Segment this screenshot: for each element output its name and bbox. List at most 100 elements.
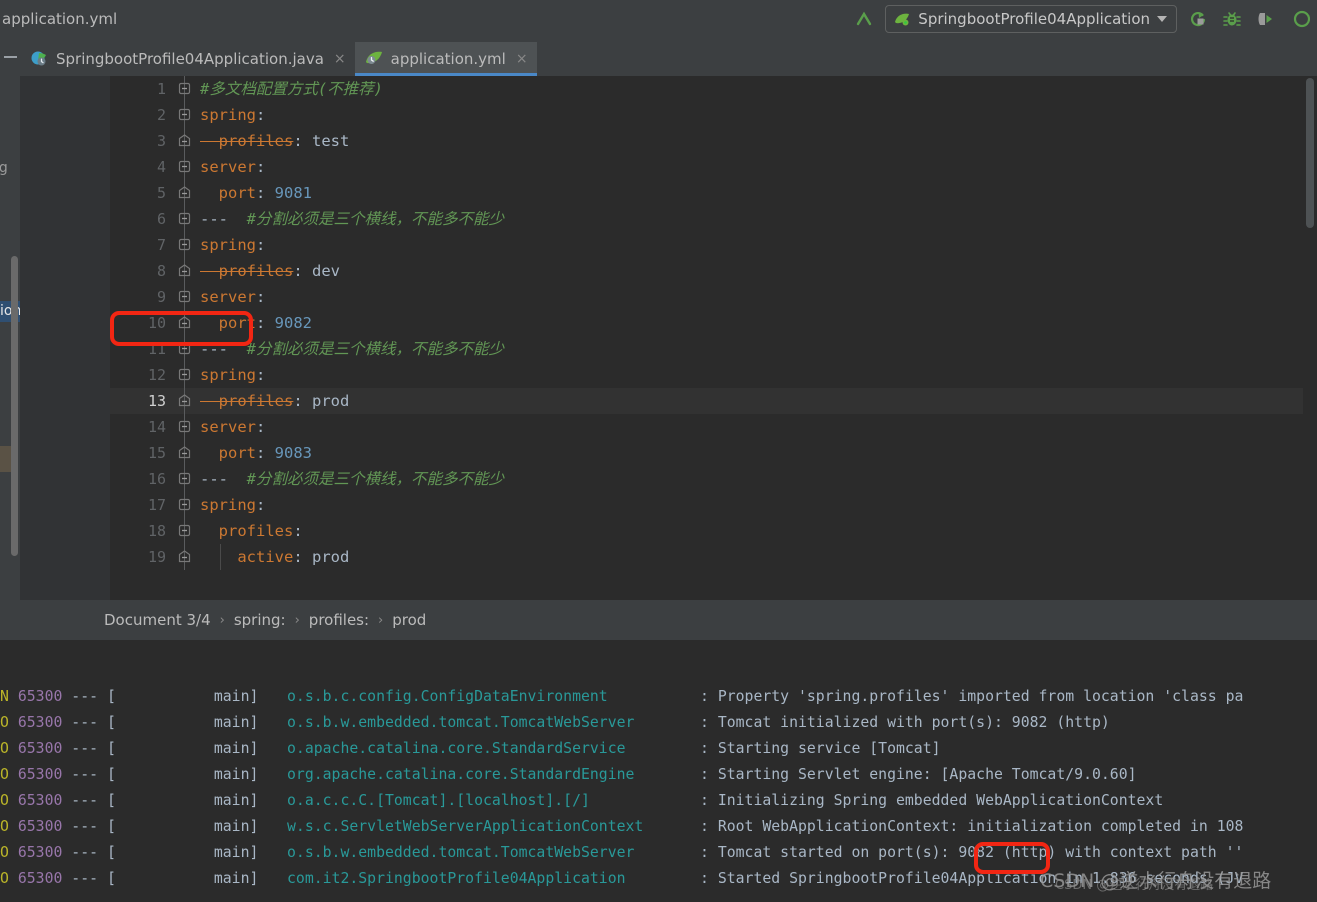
breadcrumb[interactable]: Document 3/4 › spring: › profiles: › prod — [20, 600, 1317, 640]
code-line[interactable]: 18 profiles: — [110, 518, 1317, 544]
code-line[interactable]: 4 server: — [110, 154, 1317, 180]
rerun-icon[interactable] — [1185, 6, 1211, 32]
code-text: spring: — [200, 492, 265, 518]
project-scrollbar[interactable] — [11, 256, 18, 556]
console-line[interactable]: N 65300 --- [ main] o.s.b.c.config.Config… — [0, 688, 1317, 710]
close-icon[interactable]: × — [334, 52, 346, 66]
code-line[interactable]: 19 active: prod — [110, 544, 1317, 570]
run-with-coverage-icon[interactable] — [1253, 6, 1279, 32]
editor-scrollbar-thumb[interactable] — [1306, 78, 1314, 228]
token-colon: : — [256, 158, 266, 176]
code-line[interactable]: 8 profiles: dev — [110, 258, 1317, 284]
fold-collapse-icon[interactable] — [178, 102, 192, 128]
line-number: 9 — [156, 288, 166, 306]
run-console[interactable]: N 65300 --- [ main] o.s.b.c.config.Config… — [0, 688, 1317, 902]
code-line[interactable]: 13 profiles: prod — [110, 388, 1317, 414]
fold-region-end-icon[interactable] — [178, 258, 192, 284]
thread-name: [ main] — [106, 818, 259, 835]
breadcrumb-item[interactable]: profiles: — [309, 611, 369, 629]
breadcrumb-item[interactable]: Document 3/4 — [104, 611, 211, 629]
line-number: 2 — [156, 106, 166, 124]
line-number: 4 — [156, 158, 166, 176]
line-number: 7 — [156, 236, 166, 254]
console-line[interactable]: O 65300 --- [ main] w.s.c.ServletWebServe… — [0, 814, 1317, 840]
line-number: 12 — [147, 366, 166, 384]
console-line[interactable]: O 65300 --- [ main] o.s.b.w.embedded.tomc… — [0, 840, 1317, 866]
log-level-fragment: O — [0, 792, 9, 809]
code-line[interactable]: 15 port: 9083 — [110, 440, 1317, 466]
console-line[interactable]: O 65300 --- [ main] o.a.c.c.C.[Tomcat].[l… — [0, 788, 1317, 814]
code-line[interactable]: 6 --- #分割必须是三个横线，不能多不能少 — [110, 206, 1317, 232]
fold-collapse-icon[interactable] — [178, 518, 192, 544]
collapse-sidebar-button[interactable] — [0, 38, 20, 76]
fold-region-end-icon[interactable] — [178, 180, 192, 206]
code-line[interactable]: 14 server: — [110, 414, 1317, 440]
code-line[interactable]: 12 spring: — [110, 362, 1317, 388]
code-line[interactable]: 1 #多文档配置方式(不推荐) — [110, 76, 1317, 102]
console-line[interactable]: O 65300 --- [ main] o.s.b.w.embedded.tomc… — [0, 710, 1317, 736]
token-colon: : — [293, 392, 303, 410]
close-icon[interactable]: × — [516, 52, 528, 66]
fold-region-end-icon[interactable] — [178, 388, 192, 414]
tab-application-yml[interactable]: application.yml × — [354, 42, 537, 76]
fold-collapse-icon[interactable] — [178, 466, 192, 492]
tab-label: application.yml — [390, 50, 506, 68]
run-configuration-selector[interactable]: SpringbootProfile04Application — [885, 5, 1177, 33]
token-colon: : — [256, 366, 266, 384]
editor-scrollbar[interactable] — [1303, 76, 1317, 600]
code-lines-container[interactable]: 1 #多文档配置方式(不推荐) 2 spring: 3 profiles: test 4 s… — [110, 76, 1317, 600]
fold-region-end-icon[interactable] — [178, 544, 192, 570]
token-key: spring — [200, 106, 256, 124]
line-number: 16 — [147, 470, 166, 488]
process-id: 65300 — [17, 714, 63, 731]
fold-collapse-icon[interactable] — [178, 414, 192, 440]
code-line[interactable]: 2 spring: — [110, 102, 1317, 128]
console-spacer — [0, 640, 1317, 688]
code-line[interactable]: 17 spring: — [110, 492, 1317, 518]
chevron-down-icon[interactable] — [1157, 16, 1167, 22]
log-separator: --- — [62, 818, 107, 835]
fold-collapse-icon[interactable] — [178, 76, 192, 102]
logger-name: o.apache.catalina.core.StandardService — [287, 740, 626, 757]
fold-collapse-icon[interactable] — [178, 154, 192, 180]
code-line[interactable]: 10 port: 9082 — [110, 310, 1317, 336]
fold-collapse-icon[interactable] — [178, 362, 192, 388]
code-line[interactable]: 3 profiles: test — [110, 128, 1317, 154]
token-colon: : — [293, 548, 303, 566]
fold-collapse-icon[interactable] — [178, 206, 192, 232]
token-num: 9083 — [265, 444, 313, 462]
console-line-prefix: O 65300 --- [ main] — [0, 814, 258, 840]
fold-collapse-icon[interactable] — [178, 492, 192, 518]
code-line[interactable]: 5 port: 9081 — [110, 180, 1317, 206]
line-number: 19 — [147, 548, 166, 566]
log-message: : Tomcat initialized with port(s): 9082 … — [700, 714, 1110, 731]
console-line[interactable]: O 65300 --- [ main] com.it2.SpringbootPro… — [0, 866, 1317, 892]
project-tool-window-strip[interactable]: ng ion — [0, 76, 20, 640]
project-tree-fragment[interactable]: ng — [0, 160, 8, 176]
code-line[interactable]: 16 --- #分割必须是三个横线，不能多不能少 — [110, 466, 1317, 492]
spring-leaf-icon — [895, 13, 910, 26]
fold-region-end-icon[interactable] — [178, 440, 192, 466]
fold-collapse-icon[interactable] — [178, 232, 192, 258]
console-line-prefix: O 65300 --- [ main] — [0, 866, 258, 892]
log-message: : Initializing Spring embedded WebApplic… — [700, 792, 1164, 809]
console-line[interactable]: O 65300 --- [ main] o.apache.catalina.cor… — [0, 736, 1317, 762]
fold-collapse-icon[interactable] — [178, 284, 192, 310]
build-arrow-icon[interactable] — [851, 6, 877, 32]
profiler-icon[interactable] — [1287, 6, 1313, 32]
editor-gutter[interactable] — [20, 76, 110, 600]
tab-springbootprofile04application-java[interactable]: SpringbootProfile04Application.java × — [20, 42, 355, 76]
breadcrumb-item[interactable]: prod — [392, 611, 426, 629]
fold-collapse-icon[interactable] — [178, 336, 192, 362]
line-number: 5 — [156, 184, 166, 202]
console-line[interactable]: O 65300 --- [ main] org.apache.catalina.c… — [0, 762, 1317, 788]
code-line[interactable]: 7 spring: — [110, 232, 1317, 258]
debug-bug-icon[interactable] — [1219, 6, 1245, 32]
code-line[interactable]: 11 --- #分割必须是三个横线，不能多不能少 — [110, 336, 1317, 362]
breadcrumb-item[interactable]: spring: — [234, 611, 286, 629]
token-comment: #分割必须是三个横线，不能多不能少 — [228, 470, 504, 488]
fold-region-end-icon[interactable] — [178, 310, 192, 336]
code-editor[interactable]: 1 #多文档配置方式(不推荐) 2 spring: 3 profiles: test 4 s… — [20, 76, 1317, 600]
fold-region-end-icon[interactable] — [178, 128, 192, 154]
code-line[interactable]: 9 server: — [110, 284, 1317, 310]
